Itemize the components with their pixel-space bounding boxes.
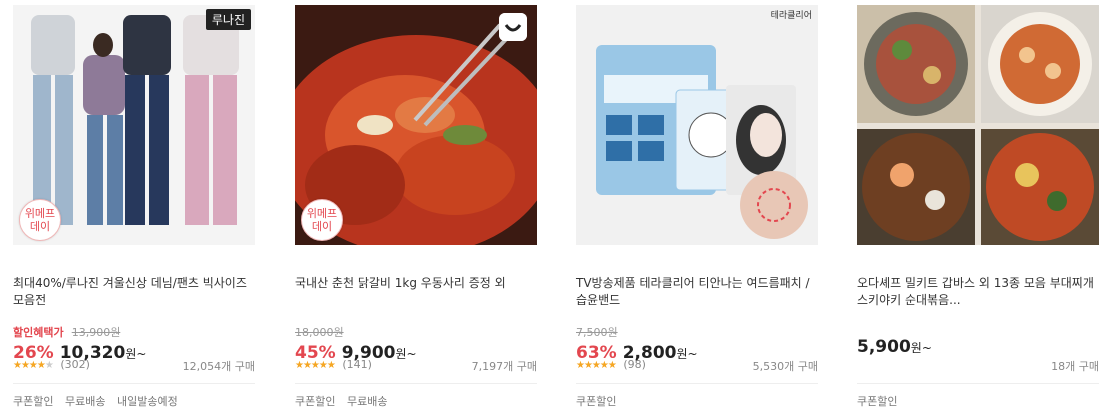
price-block: 할인혜택가 13,900원 26% 10,320 원~ [13, 321, 255, 363]
divider [13, 383, 255, 384]
purchase-count: 5,530개 구매 [752, 360, 818, 373]
rating-row: ★★★★★ (98) 5,530개 구매 [576, 358, 818, 374]
original-price: 18,000원 [295, 326, 344, 339]
badge-line-2: 데이 [29, 220, 51, 233]
wemakeprice-day-badge: 위메프 데이 [301, 199, 343, 241]
divider [295, 383, 537, 384]
price-block: 7,500원 63% 2,800 원~ [576, 321, 818, 363]
tag-list: 쿠폰할인 무료배송 [295, 393, 395, 409]
badge-line-1: 위메프 [306, 207, 338, 220]
brand-logo-text: 테라클리어 [770, 11, 812, 21]
product-image-acne-patch[interactable]: 테라클리어 [576, 5, 818, 245]
product-image-dakgalbi[interactable]: 위메프 데이 [295, 5, 537, 245]
tag-coupon: 쿠폰할인 [576, 395, 617, 408]
product-title[interactable]: 오다셰프 밀키트 갑바스 외 13종 모음 부대찌개 스키야키 순대볶음... [857, 275, 1099, 309]
tag-coupon: 쿠폰할인 [295, 395, 336, 408]
rating-row: ★★★★★ (302) 12,054개 구매 [13, 358, 255, 374]
product-title[interactable]: TV방송제품 테라클리어 티안나는 여드름패치 / 습윤밴드 [576, 275, 818, 309]
purchase-count: 12,054개 구매 [182, 360, 255, 373]
smile-logo-icon [499, 13, 527, 41]
review-count: (98) [623, 358, 646, 371]
discount-label: 할인혜택가 [13, 326, 64, 339]
brand-tag: 루나진 [205, 9, 251, 30]
tag-free-shipping: 무료배송 [64, 395, 106, 408]
tag-list: 쿠폰할인 [857, 393, 905, 409]
review-count: (141) [342, 358, 372, 371]
original-price: 13,900원 [71, 326, 121, 339]
product-grid: 루나진 위메프 데이 최대40%/루나진 겨울신상 데님/팬츠 빅사이즈 모음전… [0, 0, 1103, 419]
original-price: 7,500원 [576, 326, 618, 339]
product-image-mealkit[interactable] [857, 5, 1099, 245]
star-rating-icon: ★★★★★ [13, 360, 54, 371]
star-rating-icon: ★★★★★ [576, 360, 617, 371]
product-image-jeans[interactable]: 루나진 위메프 데이 [13, 5, 255, 245]
wemakeprice-day-badge: 위메프 데이 [19, 199, 61, 241]
tag-coupon: 쿠폰할인 [13, 395, 54, 408]
tag-list: 쿠폰할인 무료배송 내일발송예정 [13, 393, 186, 409]
divider [857, 383, 1099, 384]
product-title[interactable]: 국내산 춘천 닭갈비 1kg 우동사리 증정 외 [295, 275, 537, 292]
review-count: (302) [60, 358, 90, 371]
product-card-2[interactable]: 위메프 데이 국내산 춘천 닭갈비 1kg 우동사리 증정 외 18,000원 … [295, 5, 537, 415]
purchase-count: 18개 구매 [1051, 360, 1099, 373]
tag-coupon: 쿠폰할인 [857, 395, 898, 408]
divider [576, 383, 818, 384]
price-block: 18,000원 45% 9,900 원~ [295, 321, 537, 363]
sale-price: 5,900 [857, 337, 911, 357]
purchase-count: 7,197개 구매 [471, 360, 537, 373]
product-card-4[interactable]: 오다셰프 밀키트 갑바스 외 13종 모음 부대찌개 스키야키 순대볶음... … [857, 5, 1099, 415]
price-unit: 원~ [910, 341, 932, 355]
price-block: 5,900 원~ [857, 321, 1099, 357]
badge-line-2: 데이 [311, 220, 333, 233]
rating-row: ★★★★★ (141) 7,197개 구매 [295, 358, 537, 374]
tag-next-day: 내일발송예정 [116, 395, 178, 408]
product-title[interactable]: 최대40%/루나진 겨울신상 데님/팬츠 빅사이즈 모음전 [13, 275, 255, 309]
rating-row: 18개 구매 [857, 358, 1099, 374]
tag-list: 쿠폰할인 [576, 393, 624, 409]
tag-free-shipping: 무료배송 [346, 395, 388, 408]
product-card-3[interactable]: 테라클리어 TV방송제품 테라클리어 티안나는 여드름패치 / 습윤밴드 7,5… [576, 5, 818, 415]
badge-line-1: 위메프 [24, 207, 56, 220]
star-rating-icon: ★★★★★ [295, 360, 336, 371]
product-card-1[interactable]: 루나진 위메프 데이 최대40%/루나진 겨울신상 데님/팬츠 빅사이즈 모음전… [13, 5, 255, 415]
